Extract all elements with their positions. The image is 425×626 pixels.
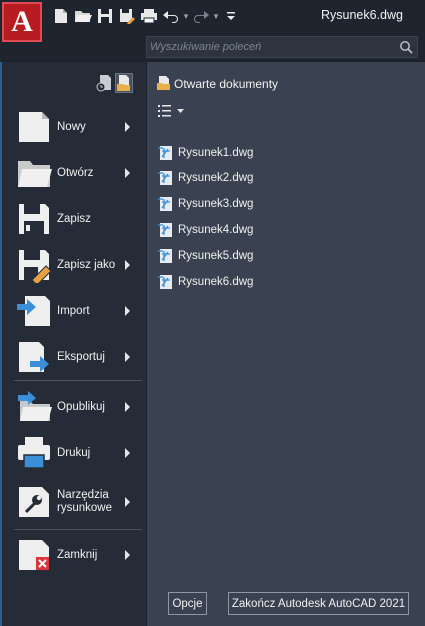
new-icon[interactable]: [50, 6, 72, 26]
chevron-right-icon: [125, 306, 130, 316]
customize-icon[interactable]: [220, 6, 242, 26]
new-document-icon: [16, 109, 52, 145]
dwg-file-icon: [158, 223, 172, 237]
exit-autocad-button[interactable]: Zakończ Autodesk AutoCAD 2021: [228, 592, 409, 615]
menu-item-label: Nowy: [57, 120, 86, 133]
document-name: Rysunek6.dwg: [178, 276, 254, 288]
menu-item-label: Zapisz: [57, 212, 91, 225]
save-as-icon[interactable]: [116, 6, 138, 26]
menu-item-publish[interactable]: Opublikuj: [16, 387, 140, 427]
dwg-file-icon: [158, 249, 172, 263]
menu-divider: [14, 529, 142, 530]
search-commands-input[interactable]: Wyszukiwanie poleceń: [146, 36, 418, 58]
options-button[interactable]: Opcje: [168, 592, 207, 615]
menu-item-print[interactable]: Drukuj: [16, 433, 140, 473]
print-icon[interactable]: [138, 6, 160, 26]
menu-item-label: Zamknij: [57, 548, 98, 561]
document-name: Rysunek4.dwg: [178, 224, 254, 236]
chevron-right-icon: [125, 402, 130, 412]
menu-item-label: Drukuj: [57, 446, 91, 459]
menu-item-save[interactable]: Zapisz: [16, 199, 140, 239]
view-mode-dropdown[interactable]: [158, 104, 186, 118]
document-item[interactable]: Rysunek1.dwg: [158, 143, 253, 163]
menu-item-new[interactable]: Nowy: [16, 107, 140, 147]
application-menu-button[interactable]: A: [2, 2, 42, 42]
open-icon[interactable]: [72, 6, 94, 26]
recent-documents-toggle[interactable]: [96, 73, 114, 93]
menu-item-label: Opublikuj: [57, 400, 105, 413]
menu-item-label: Import: [57, 304, 90, 317]
chevron-right-icon: [125, 497, 130, 507]
quick-access-toolbar: ▾ ▾: [50, 6, 242, 26]
menu-item-open[interactable]: Otwórz: [16, 153, 140, 193]
chevron-right-icon: [125, 168, 130, 178]
menu-divider: [14, 380, 142, 381]
window-title: Rysunek6.dwg: [321, 8, 403, 22]
menu-item-save-as[interactable]: Zapisz jako: [16, 245, 140, 286]
chevron-right-icon: [125, 352, 130, 362]
menu-item-label: Otwórz: [57, 166, 94, 179]
dwg-file-icon: [158, 171, 172, 185]
menu-item-close[interactable]: Zamknij: [16, 535, 140, 575]
menu-item-label: Narzędzia rysunkowe: [57, 489, 112, 514]
save-icon[interactable]: [94, 6, 116, 26]
printer-icon: [16, 435, 52, 471]
open-documents-toggle[interactable]: [115, 73, 133, 93]
search-icon[interactable]: [399, 40, 413, 54]
document-name: Rysunek5.dwg: [178, 250, 254, 262]
recent-documents-icon: [96, 75, 111, 92]
chevron-right-icon: [125, 122, 130, 132]
export-icon: [16, 339, 52, 375]
search-placeholder: Wyszukiwanie poleceń: [150, 41, 262, 53]
save-as-icon: [16, 247, 52, 286]
open-documents-title-icon: [157, 76, 170, 90]
menu-item-label: Zapisz jako: [57, 258, 116, 271]
document-name: Rysunek1.dwg: [178, 147, 254, 159]
document-item[interactable]: Rysunek4.dwg: [158, 220, 253, 240]
document-item[interactable]: Rysunek6.dwg: [158, 272, 253, 292]
open-documents-icon: [117, 75, 130, 91]
undo-icon[interactable]: [160, 6, 182, 26]
menu-item-export[interactable]: Eksportuj: [16, 337, 140, 377]
chevron-right-icon: [125, 260, 130, 270]
menu-item-label: Eksportuj: [57, 350, 105, 363]
undo-dropdown-icon[interactable]: ▾: [182, 11, 190, 22]
document-item[interactable]: Rysunek3.dwg: [158, 194, 253, 214]
document-name: Rysunek3.dwg: [178, 198, 254, 210]
menu-item-drawing-utilities[interactable]: Narzędzia rysunkowe: [16, 482, 140, 522]
app-logo-letter: A: [11, 5, 33, 38]
save-floppy-icon: [16, 201, 52, 237]
dwg-file-icon: [158, 197, 172, 211]
document-name: Rysunek2.dwg: [178, 172, 254, 184]
close-document-icon: [16, 537, 52, 573]
menu-item-import[interactable]: Import: [16, 291, 140, 331]
import-icon: [16, 293, 52, 329]
document-item[interactable]: Rysunek5.dwg: [158, 246, 253, 266]
menu-border: [0, 62, 2, 626]
list-view-icon: [158, 105, 184, 117]
publish-icon: [16, 389, 52, 425]
chevron-right-icon: [125, 550, 130, 560]
document-item[interactable]: Rysunek2.dwg: [158, 168, 253, 188]
dwg-file-icon: [158, 146, 172, 160]
panel-title: Otwarte dokumenty: [174, 77, 279, 91]
open-folder-icon: [16, 155, 52, 191]
redo-dropdown-icon[interactable]: ▾: [212, 11, 220, 22]
dwg-file-icon: [158, 275, 172, 289]
chevron-right-icon: [125, 448, 130, 458]
redo-icon[interactable]: [190, 6, 212, 26]
drawing-utilities-icon: [16, 484, 52, 520]
